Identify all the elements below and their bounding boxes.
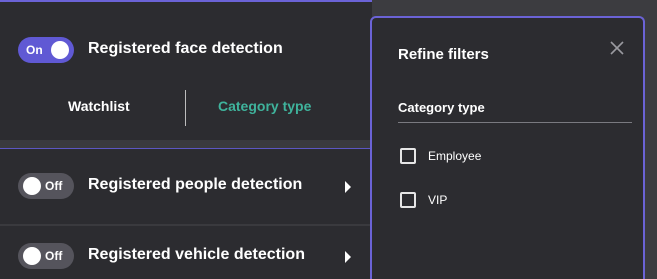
checkbox[interactable]: [400, 148, 416, 164]
close-icon[interactable]: [607, 38, 627, 58]
face-detection-title: Registered face detection: [88, 40, 283, 57]
face-detection-toggle[interactable]: On: [18, 37, 74, 63]
divider: [398, 122, 632, 123]
chevron-right-icon[interactable]: [345, 181, 351, 193]
category-type-heading: Category type: [398, 100, 485, 115]
people-detection-toggle[interactable]: Off: [18, 173, 74, 199]
tab-watchlist[interactable]: Watchlist: [68, 98, 130, 114]
refine-filters-panel: Refine filters Category type Employee VI…: [370, 16, 645, 279]
vehicle-detection-toggle[interactable]: Off: [18, 243, 74, 269]
toggle-knob: [23, 247, 41, 265]
checkbox-label: Employee: [428, 149, 482, 163]
tab-divider: [185, 90, 186, 126]
face-detection-card: On Registered face detection Watchlist C…: [0, 0, 372, 140]
tab-category-type[interactable]: Category type: [218, 98, 311, 114]
refine-filters-title: Refine filters: [398, 46, 489, 63]
toggle-state-label: On: [26, 43, 43, 57]
detection-settings-view: On Registered face detection Watchlist C…: [0, 0, 657, 279]
vehicle-detection-title: Registered vehicle detection: [88, 246, 305, 263]
people-detection-card[interactable]: Off Registered people detection: [0, 148, 372, 224]
toggle-knob: [51, 41, 69, 59]
people-detection-title: Registered people detection: [88, 176, 303, 193]
vehicle-detection-card[interactable]: Off Registered vehicle detection: [0, 226, 372, 279]
checkbox-label: VIP: [428, 193, 448, 207]
toggle-knob: [23, 177, 41, 195]
toggle-state-label: Off: [45, 249, 63, 263]
chevron-right-icon[interactable]: [345, 251, 351, 263]
checkbox[interactable]: [400, 192, 416, 208]
toggle-state-label: Off: [45, 179, 63, 193]
